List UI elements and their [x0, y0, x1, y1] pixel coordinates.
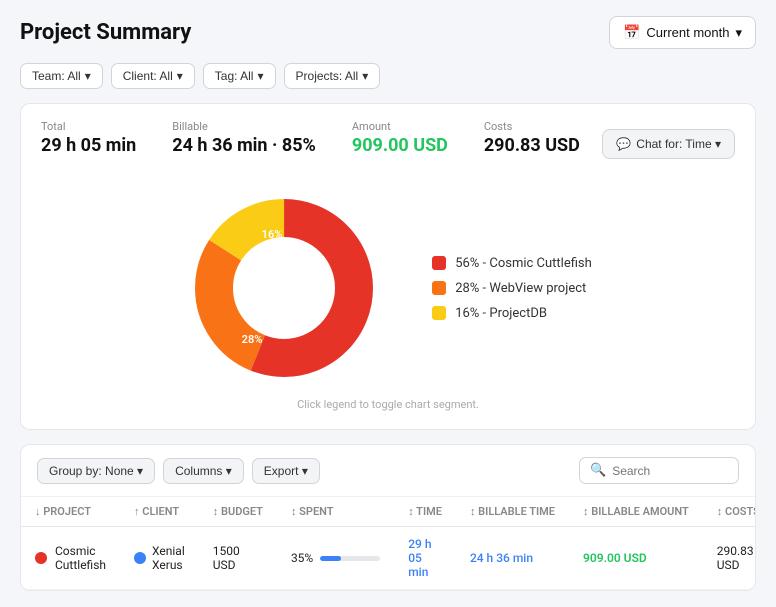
chevron-down-icon: ▾ [362, 69, 368, 83]
table-header-row: ↓ PROJECT ↑ CLIENT ↕ BUDGET ↕ SPENT ↕ TI… [21, 497, 756, 527]
col-budget: ↕ BUDGET [199, 497, 277, 527]
export-button[interactable]: Export ▾ [252, 458, 320, 484]
chat-for-time-button[interactable]: 💬 Chat for: Time ▾ [602, 129, 735, 159]
cell-costs: 290.83 USD [703, 527, 756, 590]
costs-stat: Costs 290.83 USD [484, 120, 580, 156]
search-input[interactable] [612, 464, 728, 478]
amount-value: 909.00 USD [352, 135, 448, 156]
search-icon: 🔍 [590, 463, 606, 478]
col-spent: ↕ SPENT [277, 497, 394, 527]
billable-label: Billable [172, 120, 316, 133]
billable-value: 24 h 36 min · 85% [172, 135, 316, 156]
chart-hint: Click legend to toggle chart segment. [41, 398, 735, 417]
chevron-down-icon: ▾ [257, 69, 263, 83]
col-client: ↑ CLIENT [120, 497, 199, 527]
costs-label: Costs [484, 120, 580, 133]
table-toolbar: Group by: None ▾ Columns ▾ Export ▾ 🔍 [21, 445, 755, 497]
search-wrap: 🔍 [579, 457, 739, 484]
filter-bar: Team: All ▾ Client: All ▾ Tag: All ▾ Pro… [20, 63, 756, 89]
data-table: ↓ PROJECT ↑ CLIENT ↕ BUDGET ↕ SPENT ↕ TI… [21, 497, 756, 590]
cell-billable-amount: 909.00 USD [569, 527, 703, 590]
col-billable-time: ↕ BILLABLE TIME [456, 497, 569, 527]
page-title: Project Summary [20, 20, 191, 45]
costs-value: 290.83 USD [484, 135, 580, 156]
cell-budget: 1500 USD [199, 527, 277, 590]
legend-item-2[interactable]: 16% - ProjectDB [432, 306, 592, 321]
donut-chart: 56% 28% 16% [184, 188, 384, 388]
cell-billable-time: 24 h 36 min [456, 527, 569, 590]
columns-button[interactable]: Columns ▾ [163, 458, 244, 484]
cell-spent: 35% [277, 527, 394, 590]
col-time: ↕ TIME [394, 497, 456, 527]
team-filter[interactable]: Team: All ▾ [20, 63, 103, 89]
month-label: Current month [646, 25, 729, 40]
legend-dot-red [432, 256, 446, 270]
cell-time: 29 h 05 min [394, 527, 456, 590]
cell-project: Cosmic Cuttlefish [21, 527, 120, 590]
chevron-down-icon: ▾ [85, 69, 91, 83]
legend-item-0[interactable]: 56% - Cosmic Cuttlefish [432, 256, 592, 271]
segment-label-16: 16% [262, 228, 283, 241]
tag-filter[interactable]: Tag: All ▾ [203, 63, 276, 89]
table-card: Group by: None ▾ Columns ▾ Export ▾ 🔍 ↓ … [20, 444, 756, 591]
progress-bar-bg [320, 556, 380, 561]
col-billable-amount: ↕ BILLABLE AMOUNT [569, 497, 703, 527]
group-by-button[interactable]: Group by: None ▾ [37, 458, 155, 484]
total-stat: Total 29 h 05 min [41, 120, 136, 156]
calendar-icon: 📅 [623, 24, 640, 41]
total-value: 29 h 05 min [41, 135, 136, 156]
billable-stat: Billable 24 h 36 min · 85% [172, 120, 316, 156]
summary-card: Total 29 h 05 min Billable 24 h 36 min ·… [20, 103, 756, 430]
projects-filter[interactable]: Projects: All ▾ [284, 63, 381, 89]
legend-dot-yellow [432, 306, 446, 320]
segment-label-28: 28% [242, 333, 263, 346]
chevron-down-icon: ▾ [735, 25, 742, 41]
total-label: Total [41, 120, 136, 133]
segment-label-56: 56% [303, 285, 326, 299]
legend-label-0: 56% - Cosmic Cuttlefish [455, 256, 592, 271]
chat-icon: 💬 [616, 137, 631, 151]
client-color-dot [134, 552, 146, 564]
legend-dot-orange [432, 281, 446, 295]
summary-stats: Total 29 h 05 min Billable 24 h 36 min ·… [41, 120, 580, 156]
legend-label-1: 28% - WebView project [455, 281, 586, 296]
legend-item-1[interactable]: 28% - WebView project [432, 281, 592, 296]
legend-label-2: 16% - ProjectDB [455, 306, 547, 321]
cell-client: Xenial Xerus [120, 527, 199, 590]
amount-label: Amount [352, 120, 448, 133]
chevron-down-icon: ▾ [177, 69, 183, 83]
month-filter-button[interactable]: 📅 Current month ▾ [609, 16, 756, 49]
progress-bar-fill [320, 556, 341, 561]
amount-stat: Amount 909.00 USD [352, 120, 448, 156]
client-filter[interactable]: Client: All ▾ [111, 63, 195, 89]
chart-area: 56% 28% 16% 56% - Cosmic Cuttlefish 28% … [41, 168, 735, 398]
project-color-dot [35, 552, 47, 564]
table-row: Cosmic Cuttlefish Xenial Xerus 1500 USD [21, 527, 756, 590]
col-costs: ↕ COSTS [703, 497, 756, 527]
chart-legend: 56% - Cosmic Cuttlefish 28% - WebView pr… [432, 256, 592, 321]
col-project: ↓ PROJECT [21, 497, 120, 527]
